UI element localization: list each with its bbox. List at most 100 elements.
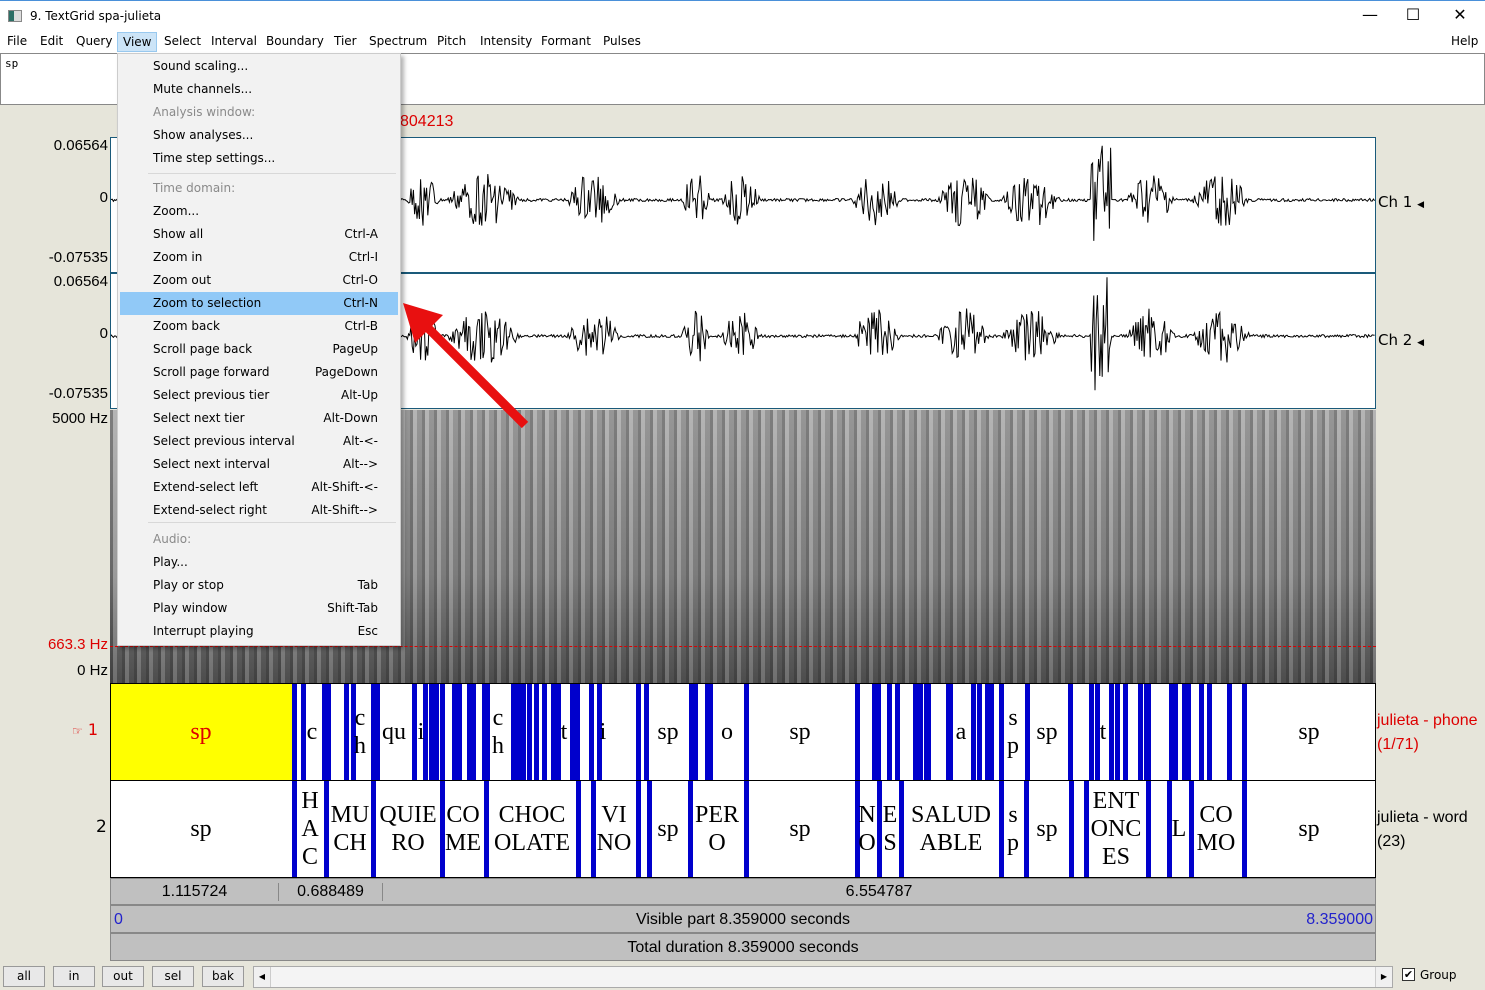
interval-boundary[interactable] [471, 684, 476, 780]
interval-boundary[interactable] [1242, 781, 1247, 877]
interval-boundary[interactable] [371, 781, 376, 877]
interval-boundary[interactable] [1089, 684, 1094, 780]
interval-boundary[interactable] [708, 684, 713, 780]
interval-boundary[interactable] [485, 684, 490, 780]
menu-item-zoom[interactable]: Zoom... [120, 200, 398, 223]
tier-2-number[interactable]: 2 [96, 817, 107, 837]
interval-label[interactable]: L [1172, 815, 1187, 843]
menu-pitch[interactable]: Pitch [434, 34, 469, 48]
interval-label[interactable]: i [600, 718, 607, 746]
menu-item-play-window[interactable]: Play window Shift-Tab [120, 597, 398, 620]
group-checkbox[interactable]: ✔ [1402, 968, 1415, 981]
menu-select[interactable]: Select [161, 34, 204, 48]
menu-tier[interactable]: Tier [331, 34, 360, 48]
menu-interval[interactable]: Interval [208, 34, 260, 48]
interval-label[interactable]: s p [1007, 801, 1019, 857]
interval-boundary[interactable] [989, 684, 994, 780]
interval-boundary[interactable] [636, 781, 641, 877]
menu-item-time-step-settings[interactable]: Time step settings... [120, 147, 398, 170]
interval-label[interactable]: c h [492, 704, 504, 760]
scroll-right-icon[interactable]: ▶ [1376, 967, 1392, 987]
interval-label[interactable]: CO MO [1197, 801, 1236, 857]
menu-item-zoom-back[interactable]: Zoom back Ctrl-B [120, 315, 398, 338]
bak-button[interactable]: bak [202, 966, 244, 987]
interval-boundary[interactable] [527, 684, 532, 780]
interval-label[interactable]: c h [354, 704, 366, 760]
menu-item-scroll-page-back[interactable]: Scroll page back PageUp [120, 338, 398, 361]
interval-boundary[interactable] [1084, 781, 1089, 877]
menu-item-play-or-stop[interactable]: Play or stop Tab [120, 574, 398, 597]
interval-boundary[interactable] [647, 781, 652, 877]
menu-pulses[interactable]: Pulses [600, 34, 644, 48]
menu-item-play[interactable]: Play... [120, 551, 398, 574]
interval-boundary[interactable] [434, 684, 439, 780]
interval-boundary[interactable] [521, 684, 526, 780]
interval-boundary[interactable] [301, 684, 306, 780]
interval-boundary[interactable] [292, 781, 297, 877]
interval-boundary[interactable] [412, 684, 417, 780]
scrollbar-thumb[interactable] [270, 967, 1376, 987]
interval-boundary[interactable] [1146, 781, 1151, 877]
menu-item-extend-select-left[interactable]: Extend-select left Alt-Shift-<- [120, 476, 398, 499]
interval-label[interactable]: sp [190, 718, 211, 746]
menu-help[interactable]: Help [1448, 34, 1481, 48]
interval-label[interactable]: c [307, 718, 318, 746]
interval-boundary[interactable] [457, 684, 462, 780]
interval-boundary[interactable] [1024, 781, 1029, 877]
interval-label[interactable]: MU CH [331, 801, 370, 857]
menu-item-show-all[interactable]: Show all Ctrl-A [120, 223, 398, 246]
menu-item-interrupt-playing[interactable]: Interrupt playing Esc [120, 620, 398, 643]
interval-boundary[interactable] [688, 781, 693, 877]
menu-item-zoom-to-selection[interactable]: Zoom to selection Ctrl-N [120, 292, 398, 315]
interval-label[interactable]: VI NO [597, 801, 632, 857]
interval-boundary[interactable] [1207, 684, 1212, 780]
interval-boundary[interactable] [344, 684, 349, 780]
menu-boundary[interactable]: Boundary [263, 34, 327, 48]
interval-boundary[interactable] [1138, 684, 1143, 780]
duration-before[interactable]: 1.115724 [111, 883, 279, 901]
interval-boundary[interactable] [1189, 781, 1194, 877]
scroll-left-icon[interactable]: ◀ [254, 967, 270, 987]
interval-label[interactable]: sp [1298, 815, 1319, 843]
visible-row[interactable]: 0 Visible part 8.359000 seconds 8.359000 [110, 905, 1376, 933]
tier-1-number[interactable]: ☞ 1 [72, 720, 98, 739]
in-button[interactable]: in [53, 966, 95, 987]
interval-boundary[interactable] [1109, 684, 1114, 780]
interval-boundary[interactable] [484, 781, 489, 877]
interval-label[interactable]: PER O [695, 801, 739, 857]
menu-item-select-previous-tier[interactable]: Select previous tier Alt-Up [120, 384, 398, 407]
close-button[interactable]: ✕ [1440, 5, 1480, 24]
interval-boundary[interactable] [895, 684, 900, 780]
interval-label[interactable]: ENT ONC ES [1091, 787, 1142, 871]
menu-spectrum[interactable]: Spectrum [366, 34, 430, 48]
tier-phone[interactable]: sp c c h qu i c h t i sp o sp a s p sp t sp [110, 683, 1376, 781]
menu-query[interactable]: Query [73, 34, 115, 48]
interval-boundary[interactable] [877, 781, 882, 877]
out-button[interactable]: out [102, 966, 144, 987]
duration-after[interactable]: 6.554787 [383, 883, 1375, 901]
menu-item-scroll-page-forward[interactable]: Scroll page forward PageDown [120, 361, 398, 384]
interval-boundary[interactable] [542, 684, 547, 780]
channel-2-label[interactable]: Ch 2 ◀ [1378, 331, 1424, 349]
interval-boundary[interactable] [1173, 684, 1178, 780]
interval-label[interactable]: CO ME [445, 801, 481, 857]
interval-boundary[interactable] [876, 684, 881, 780]
interval-boundary[interactable] [591, 781, 596, 877]
menu-item-zoom-out[interactable]: Zoom out Ctrl-O [120, 269, 398, 292]
interval-label[interactable]: sp [789, 815, 810, 843]
interval-label[interactable]: sp [657, 718, 678, 746]
interval-label[interactable]: o [721, 718, 733, 746]
interval-boundary[interactable] [644, 684, 649, 780]
menu-intensity[interactable]: Intensity [477, 34, 535, 48]
interval-boundary[interactable] [575, 684, 580, 780]
interval-boundary[interactable] [855, 684, 860, 780]
interval-boundary[interactable] [375, 684, 380, 780]
interval-boundary[interactable] [1146, 684, 1151, 780]
interval-boundary[interactable] [589, 684, 594, 780]
menu-edit[interactable]: Edit [37, 34, 66, 48]
menu-item-select-next-tier[interactable]: Select next tier Alt-Down [120, 407, 398, 430]
interval-boundary[interactable] [1227, 684, 1232, 780]
interval-boundary[interactable] [977, 684, 982, 780]
interval-label[interactable]: sp [1298, 718, 1319, 746]
interval-label[interactable]: sp [657, 815, 678, 843]
